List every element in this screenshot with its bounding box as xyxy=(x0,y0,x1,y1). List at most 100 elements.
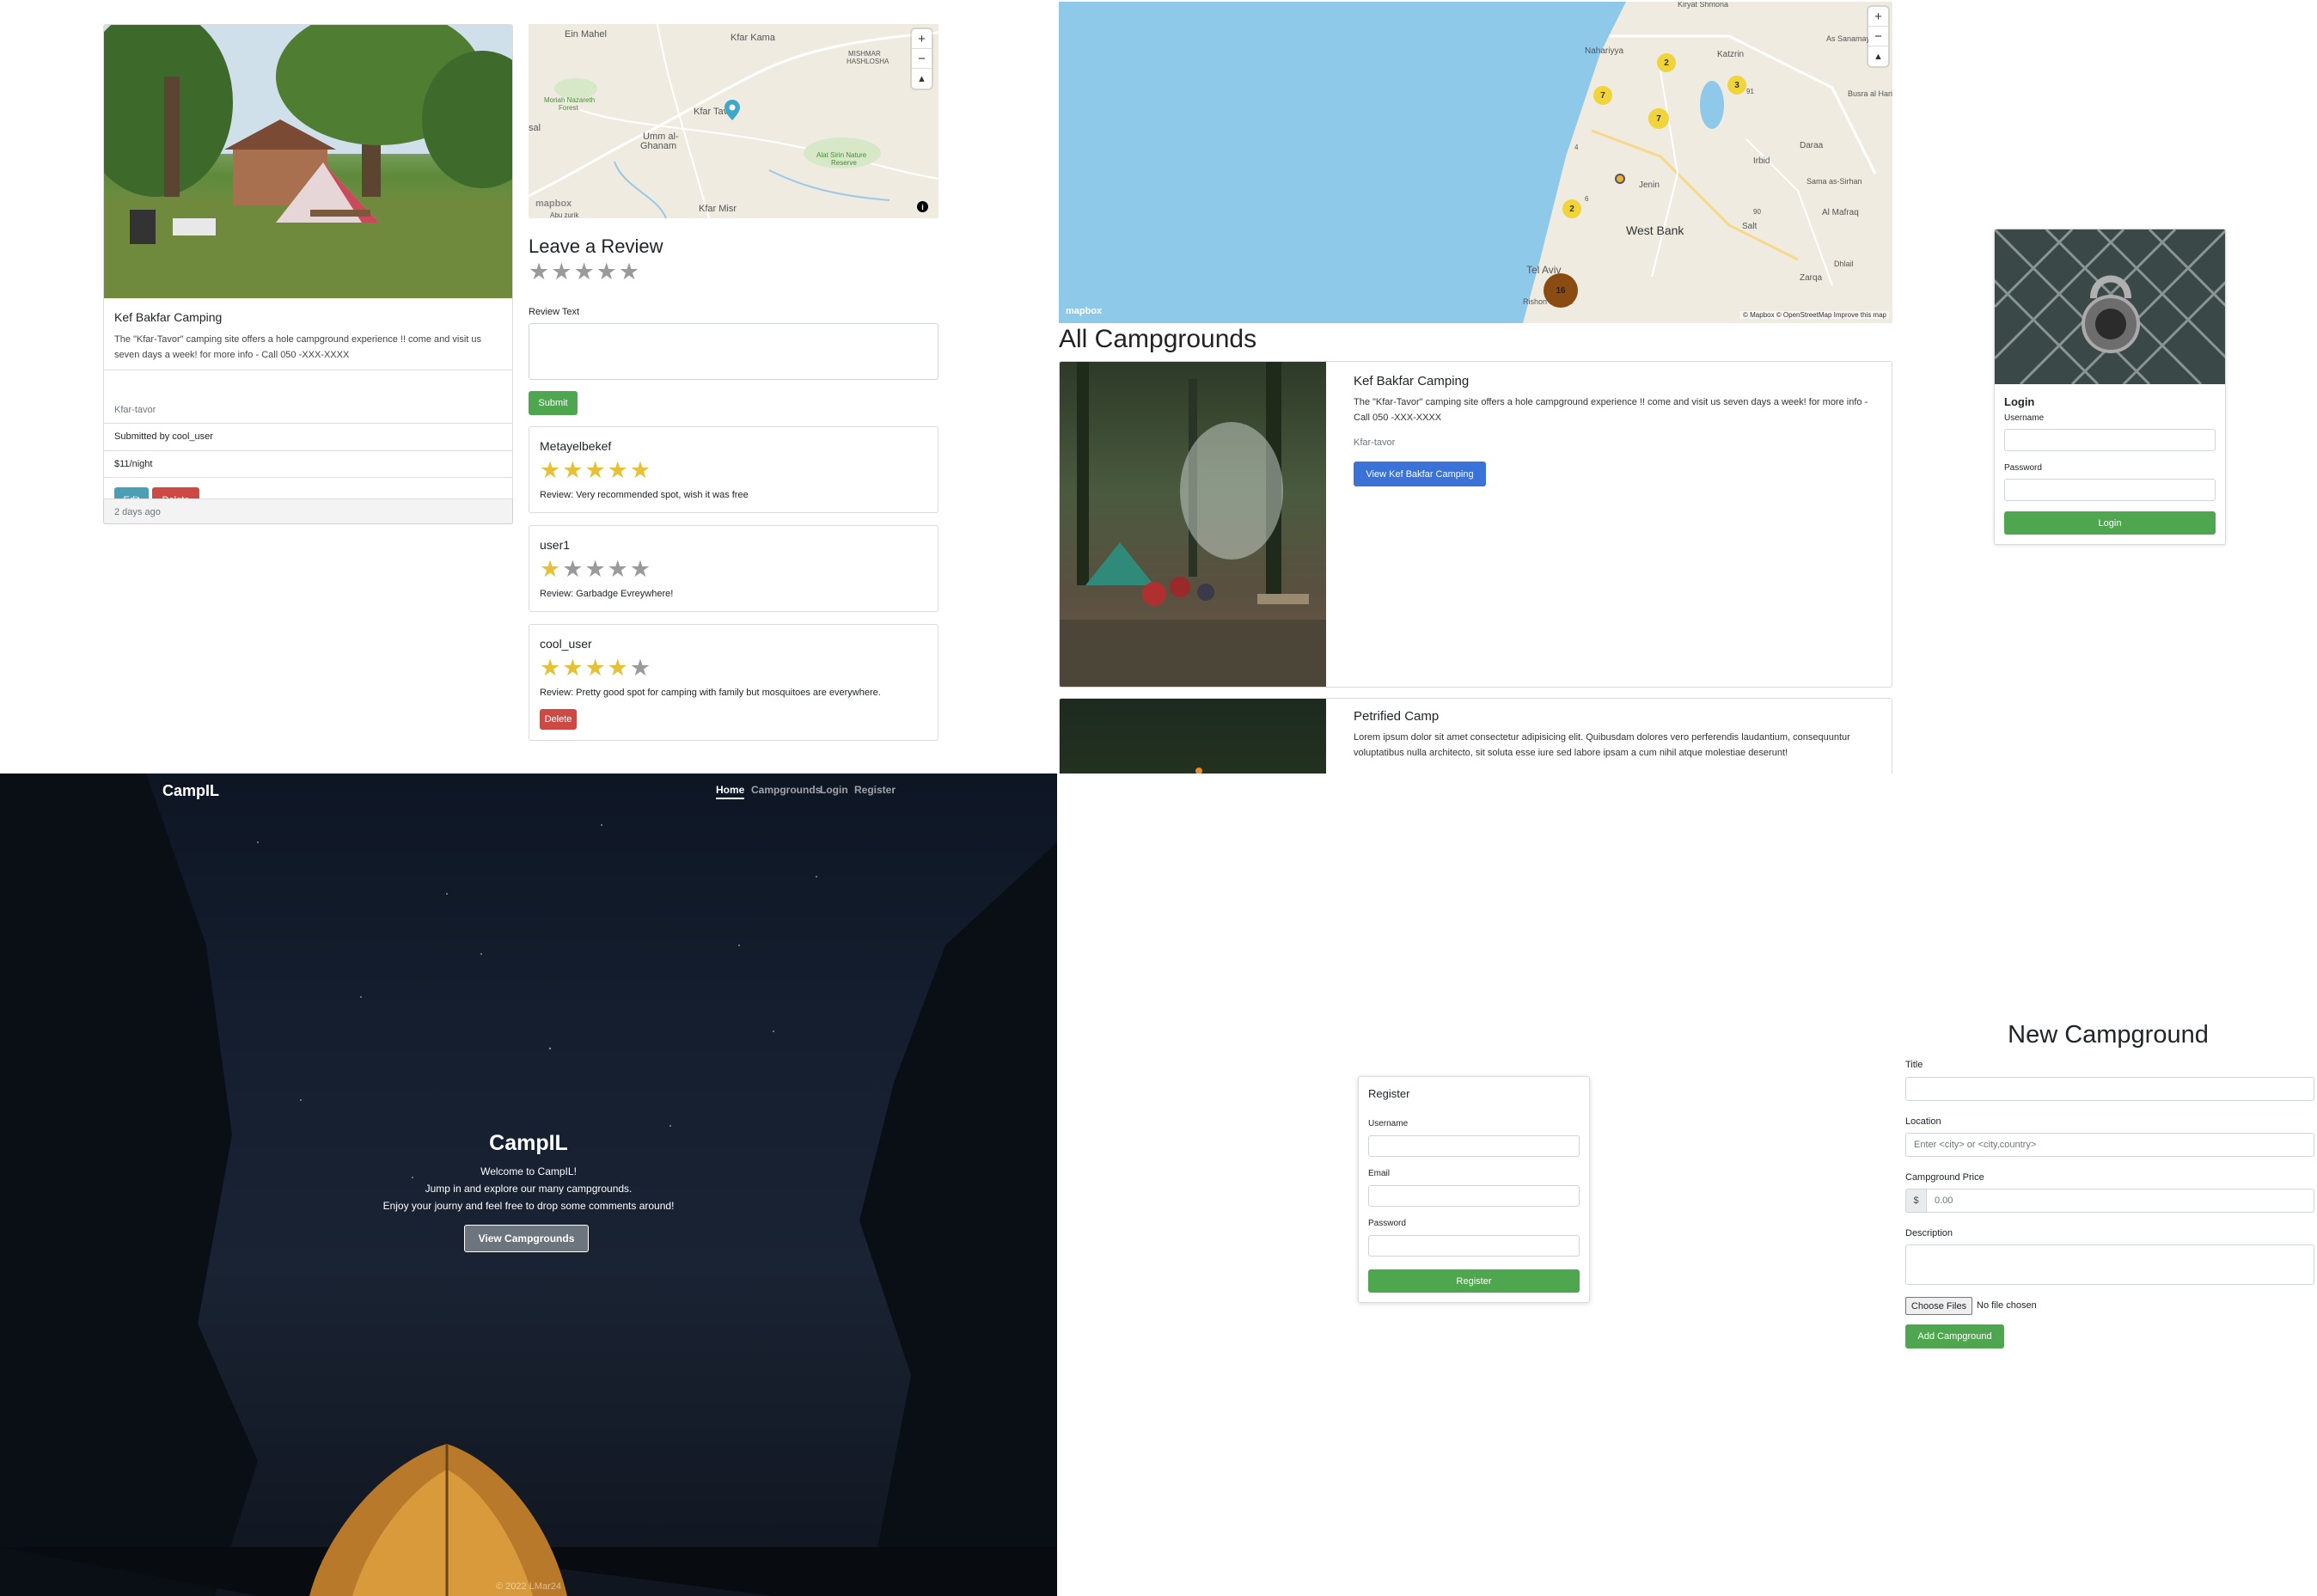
map-label: HASHLOSHA xyxy=(847,58,890,65)
view-campground-button[interactable]: View Kef Bakfar Camping xyxy=(1354,462,1486,486)
brand[interactable]: CampIL xyxy=(162,782,219,800)
map-cluster[interactable]: 3 xyxy=(1727,76,1746,95)
review-textarea[interactable] xyxy=(529,323,938,380)
page-title: All Campgrounds xyxy=(1059,325,1257,353)
campground-price: $11/night xyxy=(114,459,153,469)
compass-icon[interactable]: ▲ xyxy=(1868,46,1888,66)
star-icon[interactable]: ★ xyxy=(551,260,572,284)
no-file-text: No file chosen xyxy=(1977,1300,2037,1311)
review-heading: Leave a Review xyxy=(529,235,663,257)
star-icon: ★ xyxy=(607,556,628,582)
review-author: user1 xyxy=(540,538,571,552)
map-label: Abu zurik xyxy=(550,211,579,218)
campground-description: The "Kfar-Tavor" camping site offers a h… xyxy=(1354,397,1868,423)
map-attribution[interactable]: © Mapbox © OpenStreetMap Improve this ma… xyxy=(1740,311,1889,319)
nav-campgrounds[interactable]: Campgrounds xyxy=(751,784,821,796)
footer: © 2022 LMar24 xyxy=(496,1581,561,1592)
username-field[interactable] xyxy=(1368,1135,1580,1157)
zoom-in-icon[interactable]: + xyxy=(1868,7,1888,27)
campground-map[interactable]: Ein Mahel Kfar Kama MISHMAR HASHLOSHA Mo… xyxy=(529,24,938,218)
choose-files-button[interactable]: Choose Files xyxy=(1905,1297,1972,1315)
card-footer: 2 days ago xyxy=(103,498,513,524)
map-label: Kfar Kama xyxy=(731,33,775,43)
password-field[interactable] xyxy=(2004,479,2216,501)
campground-thumbnail xyxy=(1060,362,1326,687)
campground-title: Kef Bakfar Camping xyxy=(1354,374,1470,388)
star-icon[interactable]: ★ xyxy=(573,260,594,284)
campground-image xyxy=(104,25,512,298)
posted-ago: 2 days ago xyxy=(114,507,161,517)
map-point[interactable] xyxy=(1615,174,1625,184)
login-button[interactable]: Login xyxy=(2004,511,2216,535)
review-card: Metayelbekef ★ ★ ★ ★ ★ Review: Very reco… xyxy=(529,426,938,513)
divider xyxy=(104,450,512,451)
delete-review-button[interactable]: Delete xyxy=(540,709,577,730)
register-button[interactable]: Register xyxy=(1368,1269,1580,1293)
zoom-out-icon[interactable]: − xyxy=(1868,27,1888,46)
map-cluster[interactable]: 16 xyxy=(1544,273,1578,308)
password-field[interactable] xyxy=(1368,1235,1580,1257)
map-label: Reserve xyxy=(831,159,857,167)
map-cluster[interactable]: 2 xyxy=(1562,199,1581,218)
nav-register[interactable]: Register xyxy=(854,784,896,796)
star-icon: ★ xyxy=(584,655,606,681)
username-field[interactable] xyxy=(2004,429,2216,451)
title-field[interactable] xyxy=(1905,1077,2314,1101)
add-campground-button[interactable]: Add Campground xyxy=(1905,1324,2004,1348)
price-field[interactable]: 0.00 xyxy=(1926,1189,2314,1213)
campfire-photo-illustration xyxy=(1060,362,1326,687)
star-icon[interactable]: ★ xyxy=(529,260,549,284)
info-icon[interactable]: i xyxy=(917,201,928,212)
map-label: Daraa xyxy=(1800,141,1824,150)
nav-home[interactable]: Home xyxy=(716,784,745,799)
star-icon[interactable]: ★ xyxy=(619,260,639,284)
star-icon[interactable]: ★ xyxy=(596,260,617,284)
hero-line: Enjoy your journy and feel free to drop … xyxy=(382,1200,675,1212)
map-cluster[interactable]: 7 xyxy=(1648,108,1669,129)
map-label: Zarqa xyxy=(1800,273,1823,283)
hero-line: Jump in and explore our many campgrounds… xyxy=(425,1183,633,1195)
show-page: Kef Bakfar Camping The "Kfar-Tavor" camp… xyxy=(0,0,1057,774)
submit-review-button[interactable]: Submit xyxy=(529,391,578,415)
map-cluster[interactable]: 7 xyxy=(1593,86,1612,105)
map-label: Alat Sirin Nature xyxy=(816,151,867,159)
zoom-out-icon[interactable]: − xyxy=(912,49,932,69)
cluster-map[interactable]: Kiryat Shmona Nahariyya Katzrin As Sanam… xyxy=(1059,2,1892,323)
location-field[interactable]: Enter <city> or <city,country> xyxy=(1905,1133,2314,1157)
review-card: cool_user ★ ★ ★ ★ ★ Review: Pretty good … xyxy=(529,624,938,741)
password-label: Password xyxy=(1368,1219,1406,1228)
campground-description: Lorem ipsum dolor sit amet consectetur a… xyxy=(1354,732,1850,758)
login-card: Login Username Password Login xyxy=(1994,229,2226,545)
map-label: Forest xyxy=(559,104,578,112)
road-label: 6 xyxy=(1585,195,1589,203)
price-currency: $ xyxy=(1905,1189,1927,1213)
register-card: Register Username Email Password Registe… xyxy=(1358,1076,1590,1303)
star-icon: ★ xyxy=(540,457,561,483)
map-label: Al Mafraq xyxy=(1822,208,1859,217)
star-icon: ★ xyxy=(562,556,584,582)
review-body: Review: Garbadge Evreywhere! xyxy=(540,589,674,599)
map-label: Ein Mahel xyxy=(565,29,607,40)
map-pin-icon[interactable] xyxy=(724,100,740,125)
star-icon: ★ xyxy=(607,457,628,483)
description-textarea[interactable] xyxy=(1905,1244,2314,1285)
campground-location: Kfar-tavor xyxy=(1354,437,1396,448)
review-author: Metayelbekef xyxy=(540,439,612,453)
nav-login[interactable]: Login xyxy=(820,784,848,796)
view-campgrounds-button[interactable]: View Campgrounds xyxy=(464,1225,589,1252)
review-author: cool_user xyxy=(540,637,592,651)
title-label: Title xyxy=(1905,1060,1923,1070)
map-label: Dhlail xyxy=(1834,260,1854,268)
map-cluster[interactable]: 2 xyxy=(1657,53,1676,72)
campground-list-card: Kef Bakfar Camping The "Kfar-Tavor" camp… xyxy=(1059,361,1892,688)
compass-icon[interactable]: ▲ xyxy=(912,69,932,89)
map-label: Ghanam xyxy=(640,141,677,151)
road-label: 90 xyxy=(1753,208,1761,216)
map-label: MISHMAR xyxy=(848,50,881,58)
zoom-in-icon[interactable]: + xyxy=(912,29,932,49)
password-label: Password xyxy=(2004,463,2042,473)
email-field[interactable] xyxy=(1368,1185,1580,1207)
star-icon: ★ xyxy=(584,457,606,483)
star-icon: ★ xyxy=(607,655,628,681)
rating-input[interactable]: ★ ★ ★ ★ ★ xyxy=(529,260,639,284)
